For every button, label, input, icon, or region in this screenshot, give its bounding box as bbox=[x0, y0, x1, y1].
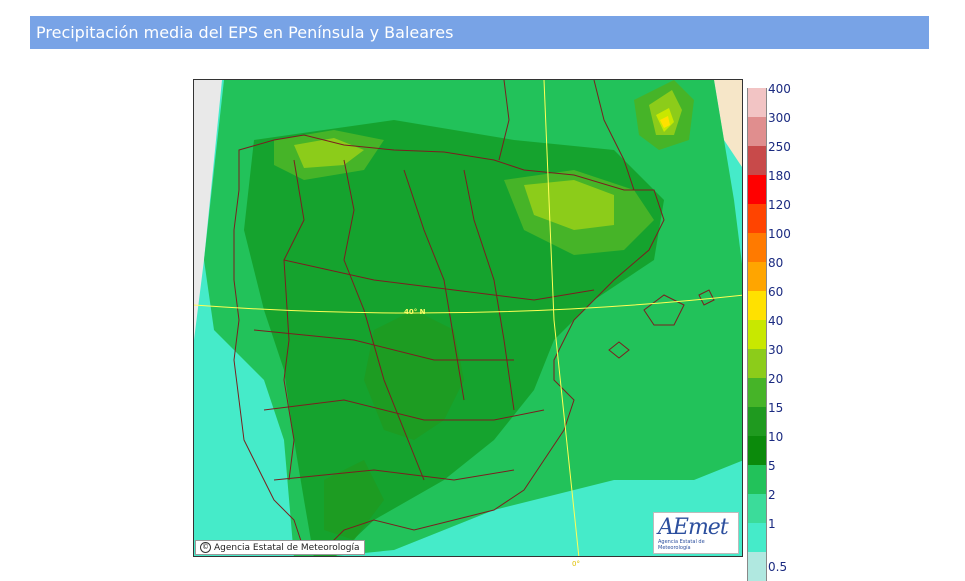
logo-text: AEmet bbox=[658, 515, 729, 540]
legend-swatch bbox=[747, 117, 767, 146]
legend-label: 0.5 bbox=[768, 560, 788, 574]
legend-label: 100 bbox=[768, 227, 791, 241]
page-title: Precipitación media del EPS en Península… bbox=[36, 23, 454, 42]
precipitation-map: 40° N © Agencia Estatal de Meteorología A… bbox=[193, 79, 743, 557]
legend-label: 5 bbox=[768, 459, 776, 473]
legend-swatch bbox=[747, 523, 767, 552]
legend-label: 15 bbox=[768, 401, 784, 415]
legend-swatch bbox=[747, 320, 767, 349]
legend-swatch bbox=[747, 262, 767, 291]
logo-subtext: Agencia Estatal de Meteorología bbox=[658, 539, 705, 551]
legend-label: 60 bbox=[768, 285, 784, 299]
legend-swatch bbox=[747, 146, 767, 175]
legend-label: 30 bbox=[768, 343, 784, 357]
legend-swatch bbox=[747, 494, 767, 523]
map-canvas bbox=[194, 80, 742, 556]
copyright-icon: © bbox=[200, 542, 211, 553]
legend-swatch bbox=[747, 465, 767, 494]
legend-label: 40 bbox=[768, 314, 784, 328]
legend-swatch bbox=[747, 552, 767, 581]
legend-label: 1 bbox=[768, 517, 776, 531]
legend-label: 80 bbox=[768, 256, 784, 270]
legend-label: 20 bbox=[768, 372, 784, 386]
aemet-logo: AEmet Agencia Estatal de Meteorología bbox=[653, 512, 739, 554]
legend-swatch bbox=[747, 436, 767, 465]
legend-swatch bbox=[747, 233, 767, 262]
legend-swatch bbox=[747, 204, 767, 233]
legend-swatch bbox=[747, 291, 767, 320]
legend-label: 400 bbox=[768, 82, 791, 96]
longitude-label: 0° bbox=[572, 560, 580, 568]
legend-label: 250 bbox=[768, 140, 791, 154]
legend-swatch bbox=[747, 349, 767, 378]
copyright-notice: © Agencia Estatal de Meteorología bbox=[195, 540, 365, 555]
legend-label: 10 bbox=[768, 430, 784, 444]
legend-swatch bbox=[747, 407, 767, 436]
legend-label: 2 bbox=[768, 488, 776, 502]
legend-swatch bbox=[747, 378, 767, 407]
legend-label: 180 bbox=[768, 169, 791, 183]
copyright-text: Agencia Estatal de Meteorología bbox=[214, 543, 360, 553]
legend-swatch bbox=[747, 88, 767, 117]
latitude-label: 40° N bbox=[404, 308, 426, 316]
page-header: Precipitación media del EPS en Península… bbox=[30, 16, 929, 49]
legend-label: 300 bbox=[768, 111, 791, 125]
legend-label: 120 bbox=[768, 198, 791, 212]
legend-swatch bbox=[747, 175, 767, 204]
